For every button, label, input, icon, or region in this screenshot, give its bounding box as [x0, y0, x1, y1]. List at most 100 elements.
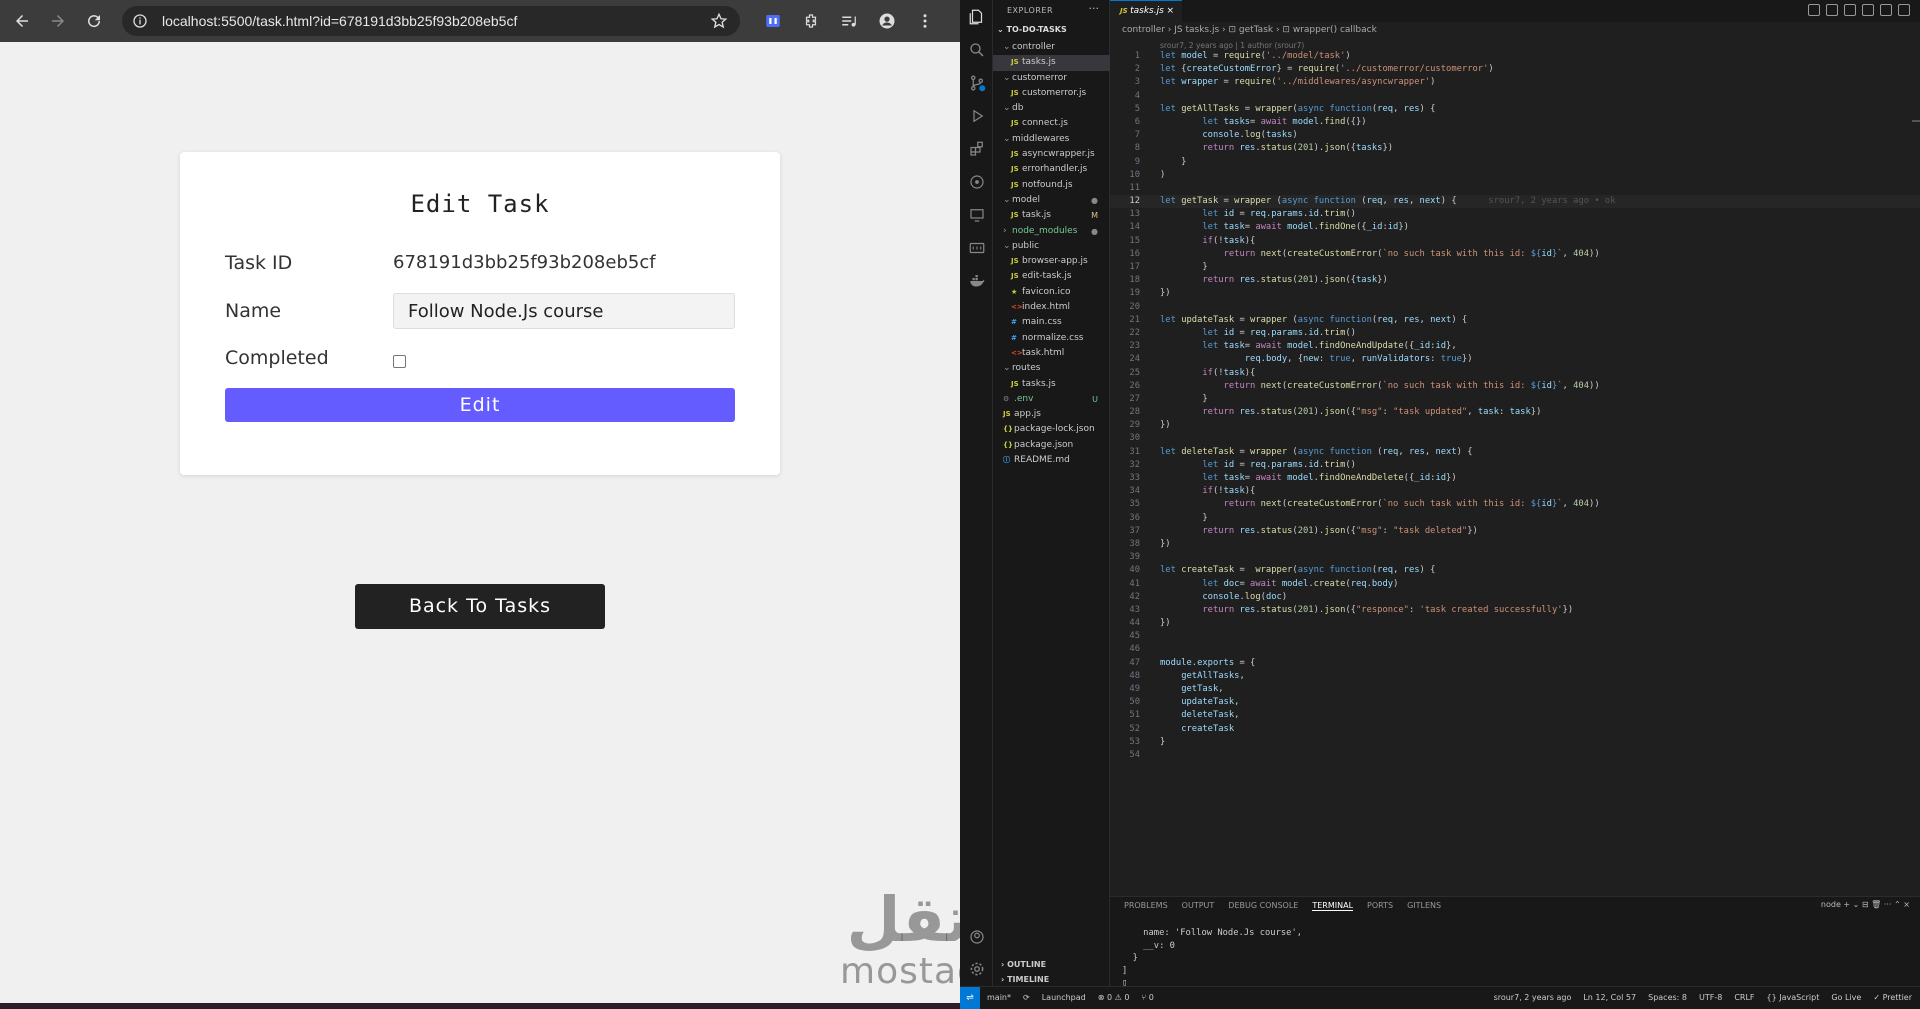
search-icon[interactable] — [960, 33, 993, 66]
bookmark-star-icon[interactable] — [710, 12, 728, 30]
reload-icon[interactable] — [80, 7, 108, 35]
run-file-icon[interactable] — [1862, 4, 1874, 16]
tab-tasks-js[interactable]: JS tasks.js × — [1110, 0, 1182, 22]
status-item[interactable]: Launchpad — [1042, 993, 1086, 1002]
site-info-icon[interactable] — [132, 13, 148, 29]
tree-item[interactable]: ⌄public — [993, 239, 1110, 254]
code-area[interactable]: 1 let model = require('../model/task') 2 le… — [1110, 50, 1920, 762]
name-input[interactable] — [393, 293, 735, 329]
workspace-root[interactable]: ⌄ TO-DO-TASKS — [997, 25, 1067, 34]
code-line[interactable]: 40 let createTask = wrapper(async functio… — [1110, 564, 1920, 577]
next-change-icon[interactable] — [1844, 4, 1856, 16]
tree-item[interactable]: JS asyncwrapper.js — [993, 147, 1110, 162]
code-line[interactable]: 19}) — [1110, 287, 1920, 300]
tree-item[interactable]: JS notfound.js — [993, 178, 1110, 193]
terminal-output[interactable]: name: 'Follow Node.Js course', __v: 0 }]… — [1122, 927, 1302, 990]
remote-indicator-icon[interactable]: ⇌ — [960, 987, 980, 1009]
code-line[interactable]: 30 — [1110, 432, 1920, 445]
explorer-more-icon[interactable]: ··· — [1089, 2, 1100, 15]
code-line[interactable]: 34 if(!task){ — [1110, 485, 1920, 498]
tree-item[interactable]: ⌄db — [993, 101, 1110, 116]
tree-item[interactable]: JS errorhandler.js — [993, 162, 1110, 177]
status-item[interactable]: ⑂ 0 — [1141, 993, 1153, 1002]
code-line[interactable]: 13 let id = req.params.id.trim() — [1110, 208, 1920, 221]
code-line[interactable]: 7 console.log(tasks) — [1110, 129, 1920, 142]
status-item[interactable]: CRLF — [1734, 993, 1754, 1002]
code-line[interactable]: 54 — [1110, 749, 1920, 762]
tree-item[interactable]: <>index.html — [993, 300, 1110, 315]
code-line[interactable]: 2 let {createCustomError} = require('../c… — [1110, 63, 1920, 76]
code-line[interactable]: 28 return res.status(201).json({"msg": "… — [1110, 406, 1920, 419]
timeline-section[interactable]: › TIMELINE — [1001, 975, 1049, 984]
edit-button[interactable]: Edit — [225, 388, 735, 422]
split-editor-icon[interactable] — [1880, 4, 1892, 16]
previous-change-icon[interactable] — [1826, 4, 1838, 16]
address-bar[interactable]: localhost:5500/task.html?id=678191d3bb25… — [122, 6, 740, 36]
code-line[interactable]: 33 let task= await model.findOneAndDelet… — [1110, 472, 1920, 485]
code-line[interactable]: 32 let id = req.params.id.trim() — [1110, 459, 1920, 472]
outline-section[interactable]: › OUTLINE — [1001, 960, 1046, 969]
code-line[interactable]: 21 let updateTask = wrapper (async functi… — [1110, 314, 1920, 327]
status-item[interactable]: Go Live — [1831, 993, 1861, 1002]
browser-menu-icon[interactable] — [912, 8, 938, 34]
code-line[interactable]: 27 } — [1110, 393, 1920, 406]
status-item[interactable]: main* — [987, 993, 1011, 1002]
breadcrumb[interactable]: controller › JS tasks.js › ⊡ getTask › ⊡… — [1122, 25, 1377, 35]
code-line[interactable]: 16 return next(createCustomError(`no suc… — [1110, 248, 1920, 261]
code-line[interactable]: 44}) — [1110, 617, 1920, 630]
status-item[interactable]: srour7, 2 years ago — [1494, 993, 1572, 1002]
code-line[interactable]: 48 getAllTasks, — [1110, 670, 1920, 683]
tree-item[interactable]: ⌄routes — [993, 361, 1110, 376]
extensions-icon[interactable] — [960, 132, 993, 165]
tree-item[interactable]: JS browser-app.js — [993, 254, 1110, 269]
tree-item[interactable]: JS tasks.js — [993, 55, 1110, 71]
open-changes-icon[interactable] — [1808, 4, 1820, 16]
code-line[interactable]: 38}) — [1110, 538, 1920, 551]
settings-gear-icon[interactable] — [960, 952, 993, 985]
panel-tab[interactable]: PORTS — [1367, 901, 1393, 911]
code-line[interactable]: 41 let doc= await model.create(req.body) — [1110, 578, 1920, 591]
tree-item[interactable]: JS customerror.js — [993, 86, 1110, 101]
tab-close-icon[interactable]: × — [1166, 1, 1174, 22]
tree-item[interactable]: {}package-lock.json — [993, 422, 1110, 437]
run-debug-icon[interactable] — [960, 99, 993, 132]
code-line[interactable]: 43 return res.status(201).json({"responc… — [1110, 604, 1920, 617]
panel-tab[interactable]: GITLENS — [1407, 901, 1441, 911]
status-item[interactable]: Spaces: 8 — [1648, 993, 1687, 1002]
scrollbar-marker[interactable] — [1912, 120, 1920, 122]
blame-annotation[interactable]: srour7, 2 years ago | 1 author (srour7) — [1160, 41, 1304, 50]
code-line[interactable]: 39 — [1110, 551, 1920, 564]
code-line[interactable]: 6 let tasks= await model.find({}) — [1110, 116, 1920, 129]
code-line[interactable]: 29}) — [1110, 419, 1920, 432]
profile-avatar-icon[interactable] — [874, 8, 900, 34]
url-text[interactable]: localhost:5500/task.html?id=678191d3bb25… — [162, 13, 517, 29]
status-item[interactable]: ⊗ 0 ⚠ 0 — [1098, 993, 1130, 1002]
tree-item[interactable]: ⌄customerror — [993, 71, 1110, 86]
code-line[interactable]: 1 let model = require('../model/task') — [1110, 50, 1920, 63]
explorer-files-icon[interactable] — [960, 0, 993, 33]
back-to-tasks-button[interactable]: Back To Tasks — [355, 584, 605, 629]
code-line[interactable]: 46 — [1110, 643, 1920, 656]
code-line[interactable]: 11 — [1110, 182, 1920, 195]
code-line[interactable]: 4 — [1110, 90, 1920, 103]
tree-item[interactable]: JS task.js M — [993, 208, 1110, 223]
code-line[interactable]: 23 let task= await model.findOneAndUpdat… — [1110, 340, 1920, 353]
tree-item[interactable]: › node_modules ● — [993, 224, 1110, 239]
status-item[interactable]: ✓ Prettier — [1873, 993, 1912, 1002]
tree-item[interactable]: ★ favicon.ico — [993, 285, 1110, 300]
code-line[interactable]: 50 updateTask, — [1110, 696, 1920, 709]
status-item[interactable]: {} JavaScript — [1767, 993, 1820, 1002]
more-actions-icon[interactable] — [1898, 4, 1910, 16]
panel-tab[interactable]: TERMINAL — [1312, 901, 1354, 911]
completed-checkbox[interactable] — [393, 355, 406, 368]
code-line[interactable]: 3 let wrapper = require('../middlewares/a… — [1110, 76, 1920, 89]
back-arrow-icon[interactable] — [8, 7, 36, 35]
code-line[interactable]: 8 return res.status(201).json({tasks}) — [1110, 142, 1920, 155]
code-line[interactable]: 52 createTask — [1110, 723, 1920, 736]
code-line[interactable]: 25 if(!task){ — [1110, 367, 1920, 380]
code-line[interactable]: 51 deleteTask, — [1110, 709, 1920, 722]
code-line[interactable]: 35 return next(createCustomError(`no suc… — [1110, 498, 1920, 511]
code-line[interactable]: 17 } — [1110, 261, 1920, 274]
code-line[interactable]: 5 let getAllTasks = wrapper(async functio… — [1110, 103, 1920, 116]
code-line[interactable]: 15 if(!task){ — [1110, 235, 1920, 248]
